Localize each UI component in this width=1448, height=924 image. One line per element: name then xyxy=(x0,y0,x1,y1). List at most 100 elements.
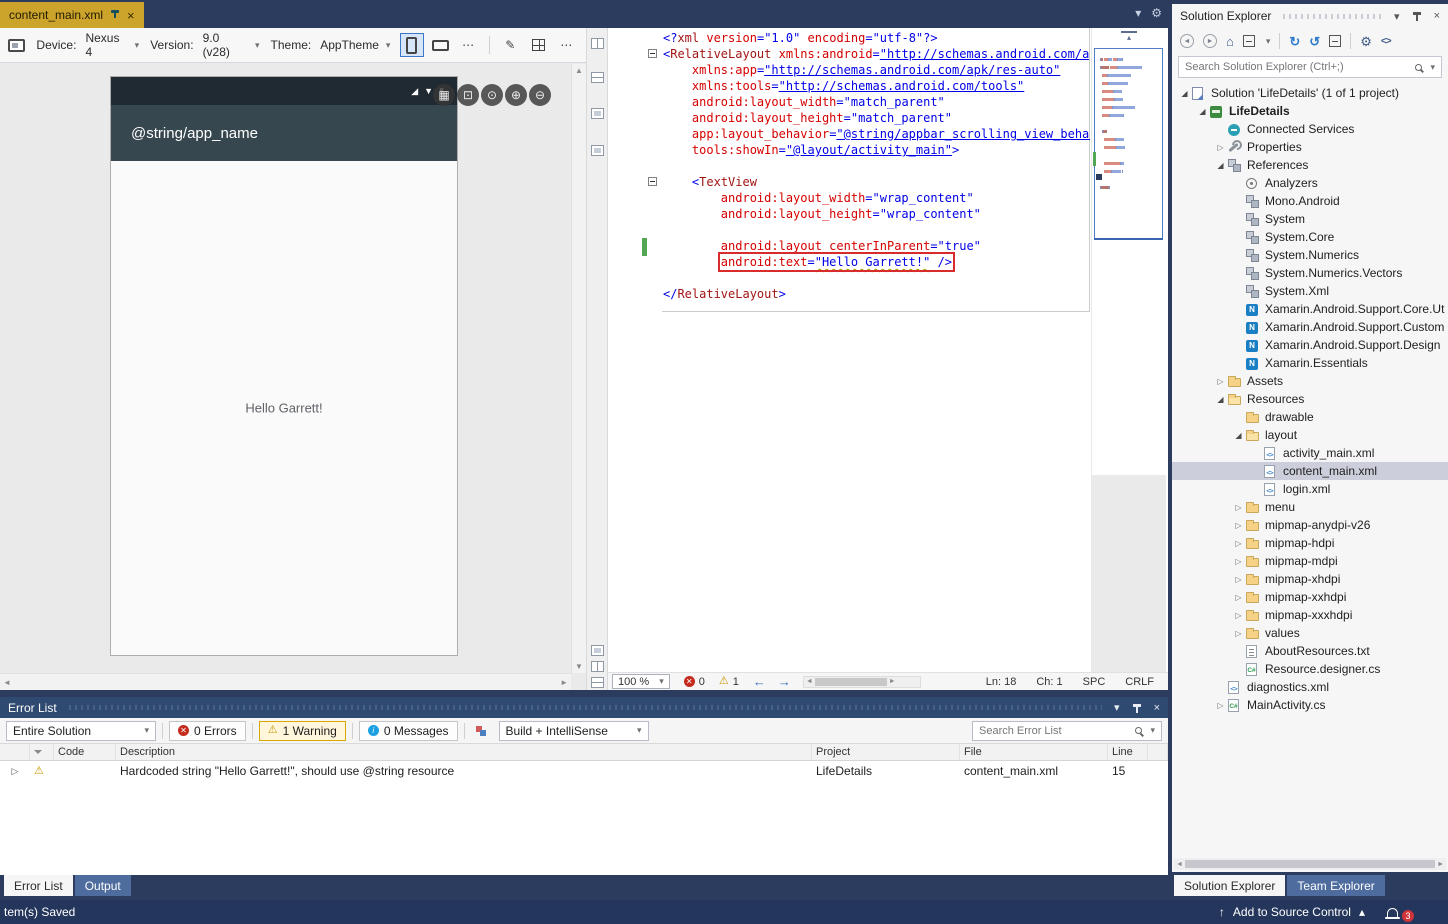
textview-widget[interactable]: Hello Garrett! xyxy=(111,401,457,416)
tree-item-content-main-xml[interactable]: content_main.xml xyxy=(1172,462,1448,480)
code-line-17[interactable]: </RelativeLayout> xyxy=(663,286,1090,302)
editor-horizontal-scrollbar[interactable]: ◄ ► xyxy=(803,676,921,688)
tree-item-xamarin-essentials[interactable]: Xamarin.Essentials xyxy=(1172,354,1448,372)
tree-item-layout[interactable]: ◢layout xyxy=(1172,426,1448,444)
zoom-dropdown[interactable]: 100 % ▾ xyxy=(612,674,670,689)
tree-item-login-xml[interactable]: login.xml xyxy=(1172,480,1448,498)
tab-output[interactable]: Output xyxy=(75,875,131,896)
designer-vertical-scrollbar[interactable]: ▲ ▼ xyxy=(571,64,586,673)
back-icon[interactable]: ◄ xyxy=(1180,34,1194,48)
tree-item-mipmap-xxhdpi[interactable]: ▷mipmap-xxhdpi xyxy=(1172,588,1448,606)
code-line-4[interactable]: xmlns:tools="http://schemas.android.com/… xyxy=(663,78,1090,94)
designer-source-splitter[interactable] xyxy=(586,28,608,690)
active-files-dropdown-icon[interactable]: ▾ xyxy=(1135,6,1141,20)
scroll-right-icon[interactable]: ► xyxy=(560,678,568,687)
code-line-14[interactable]: android:layout_centerInParent="true" xyxy=(663,238,1090,254)
code-line-13[interactable] xyxy=(663,222,1090,238)
project-column-header[interactable]: Project xyxy=(812,744,960,760)
tree-item-mipmap-xhdpi[interactable]: ▷mipmap-xhdpi xyxy=(1172,570,1448,588)
tree-item-aboutresources-txt[interactable]: AboutResources.txt xyxy=(1172,642,1448,660)
window-position-icon[interactable]: ▾ xyxy=(1114,701,1120,714)
chevron-down-icon[interactable]: ▾ xyxy=(255,40,260,51)
view-code-icon[interactable]: <> xyxy=(1381,36,1391,47)
scroll-right-icon[interactable]: ► xyxy=(889,678,896,685)
tree-item-drawable[interactable]: drawable xyxy=(1172,408,1448,426)
tree-item-activity-main-xml[interactable]: activity_main.xml xyxy=(1172,444,1448,462)
tree-item-mipmap-xxxhdpi[interactable]: ▷mipmap-xxxhdpi xyxy=(1172,606,1448,624)
add-to-source-control-button[interactable]: Add to Source Control xyxy=(1233,905,1351,919)
scrollbar-thumb[interactable] xyxy=(815,678,887,686)
scroll-left-icon[interactable]: ◄ xyxy=(806,678,813,685)
code-line-1[interactable]: <?xml version="1.0" encoding="utf-8"?> xyxy=(663,30,1090,46)
expander-icon[interactable]: ◢ xyxy=(1232,431,1245,440)
refresh-icon[interactable]: ↺ xyxy=(1309,35,1320,48)
split-editor-grip[interactable]: ▴ xyxy=(1121,31,1137,43)
drag-grip[interactable] xyxy=(69,705,1102,710)
description-column-header[interactable]: Description xyxy=(116,744,812,760)
warnings-filter-button[interactable]: ⚠ 1 Warning xyxy=(259,721,346,741)
navigate-back-icon[interactable]: ← xyxy=(753,674,766,689)
scroll-left-icon[interactable]: ◄ xyxy=(1176,861,1183,868)
tree-item-solution-lifedetails-1-of-1-project[interactable]: ◢Solution 'LifeDetails' (1 of 1 project) xyxy=(1172,84,1448,102)
tree-item-mipmap-mdpi[interactable]: ▷mipmap-mdpi xyxy=(1172,552,1448,570)
tree-item-analyzers[interactable]: Analyzers xyxy=(1172,174,1448,192)
expander-icon[interactable]: ▷ xyxy=(1214,377,1227,386)
window-position-icon[interactable]: ▾ xyxy=(1394,10,1400,23)
code-line-15[interactable]: android:text="Hello Garrett!" /> xyxy=(663,254,1090,270)
tree-item-mainactivity-cs[interactable]: ▷MainActivity.cs xyxy=(1172,696,1448,714)
code-line-3[interactable]: xmlns:app="http://schemas.android.com/ap… xyxy=(663,62,1090,78)
notifications-bell-icon[interactable] xyxy=(1387,908,1398,917)
file-column-header[interactable]: File xyxy=(960,744,1108,760)
fold-collapse-icon[interactable] xyxy=(648,177,657,186)
close-icon[interactable]: × xyxy=(127,9,135,22)
code-line-10[interactable]: <TextView xyxy=(663,174,1090,190)
zoom-in-icon[interactable]: ⊕ xyxy=(505,84,527,106)
chevron-down-icon[interactable]: ▾ xyxy=(135,40,140,51)
code-line-11[interactable]: android:layout_width="wrap_content" xyxy=(663,190,1090,206)
tab-error-list[interactable]: Error List xyxy=(4,875,73,896)
tree-item-mono-android[interactable]: Mono.Android xyxy=(1172,192,1448,210)
drag-grip[interactable] xyxy=(1283,14,1382,19)
switch-views-icon[interactable] xyxy=(1243,35,1255,47)
source-view-icon[interactable] xyxy=(591,677,604,688)
navigate-forward-icon[interactable]: → xyxy=(778,674,791,689)
zoom-out-icon[interactable]: ⊖ xyxy=(529,84,551,106)
device-frame-icon[interactable] xyxy=(8,39,25,52)
tree-item-properties[interactable]: ▷Properties xyxy=(1172,138,1448,156)
scroll-up-icon[interactable]: ▲ xyxy=(575,66,583,75)
tree-item-system-numerics-vectors[interactable]: System.Numerics.Vectors xyxy=(1172,264,1448,282)
scope-dropdown[interactable]: Entire Solution ▾ xyxy=(6,721,156,741)
zoom-100-icon[interactable]: ⊙ xyxy=(481,84,503,106)
chevron-down-icon[interactable]: ▾ xyxy=(386,40,391,51)
expander-icon[interactable]: ▷ xyxy=(1232,629,1245,638)
expand-left-pane-icon[interactable] xyxy=(591,108,604,119)
close-icon[interactable]: × xyxy=(1154,702,1160,714)
pin-icon[interactable] xyxy=(1132,703,1142,713)
tree-item-values[interactable]: ▷values xyxy=(1172,624,1448,642)
tree-item-lifedetails[interactable]: ◢LifeDetails xyxy=(1172,102,1448,120)
messages-filter-button[interactable]: i 0 Messages xyxy=(359,721,458,741)
code-line-6[interactable]: android:layout_height="match_parent" xyxy=(663,110,1090,126)
expander-icon[interactable]: ▷ xyxy=(1232,611,1245,620)
code-line-12[interactable]: android:layout_height="wrap_content" xyxy=(663,206,1090,222)
code-line-7[interactable]: app:layout_behavior="@string/appbar_scro… xyxy=(663,126,1090,142)
expander-icon[interactable]: ▷ xyxy=(1214,701,1227,710)
tree-item-xamarin-android-support-custom[interactable]: Xamarin.Android.Support.Custom xyxy=(1172,318,1448,336)
grid-toggle-button[interactable] xyxy=(527,33,550,57)
editor-error-count[interactable]: ✕ 0 xyxy=(684,676,705,688)
tree-item-connected-services[interactable]: Connected Services xyxy=(1172,120,1448,138)
landscape-orientation-button[interactable] xyxy=(429,33,452,57)
tree-item-system-numerics[interactable]: System.Numerics xyxy=(1172,246,1448,264)
fold-collapse-icon[interactable] xyxy=(648,49,657,58)
expander-icon[interactable]: ▷ xyxy=(1232,557,1245,566)
expander-icon[interactable]: ▷ xyxy=(1232,539,1245,548)
tree-item-menu[interactable]: ▷menu xyxy=(1172,498,1448,516)
tree-item-mipmap-anydpi-v26[interactable]: ▷mipmap-anydpi-v26 xyxy=(1172,516,1448,534)
version-dropdown[interactable]: 9.0 (v28) xyxy=(203,31,248,59)
search-icon[interactable] xyxy=(1135,727,1142,734)
chevron-up-icon[interactable]: ▴ xyxy=(1359,905,1365,919)
sync-active-document-icon[interactable]: ↻ xyxy=(1289,35,1300,48)
severity-column-header[interactable] xyxy=(30,744,54,760)
scroll-right-icon[interactable]: ► xyxy=(1437,861,1444,868)
expander-icon[interactable]: ◢ xyxy=(1196,107,1209,116)
